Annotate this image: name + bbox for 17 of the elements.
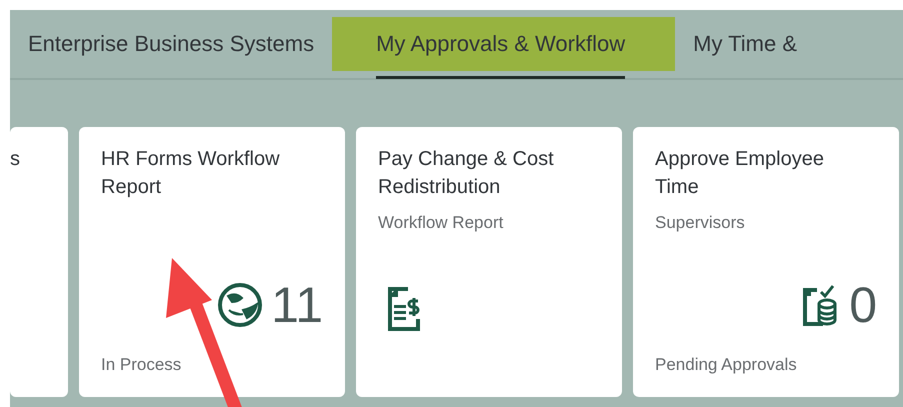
tile-title: s — [10, 147, 21, 172]
tab[interactable]: My Approvals & Workflow — [332, 17, 676, 79]
tab[interactable]: Enterprise Business Systems — [10, 17, 332, 71]
tile-title: Approve Employee Time — [655, 147, 825, 200]
tile[interactable]: s — [10, 127, 68, 397]
tile-subtitle: Supervisors — [655, 213, 746, 233]
tile-subtitle: Workflow Report — [378, 213, 504, 233]
tile-title: Pay Change & Cost Redistribution — [378, 147, 555, 200]
tile[interactable]: HR Forms Workflow Report 11 In Process — [79, 127, 345, 397]
tab[interactable]: My Time & — [675, 17, 816, 71]
tile-title: HR Forms Workflow Report — [101, 147, 281, 200]
tile-count: 11 — [271, 277, 323, 333]
tile[interactable]: Pay Change & Cost Redistribution Workflow Report — [356, 127, 622, 397]
tile-footer: In Process — [101, 355, 323, 375]
tile[interactable]: Approve Employee Time Supervisors 0 Pending Approvals — [633, 127, 899, 397]
tile-count: 0 — [849, 277, 877, 333]
tile-footer: Pending Approvals — [655, 355, 877, 375]
